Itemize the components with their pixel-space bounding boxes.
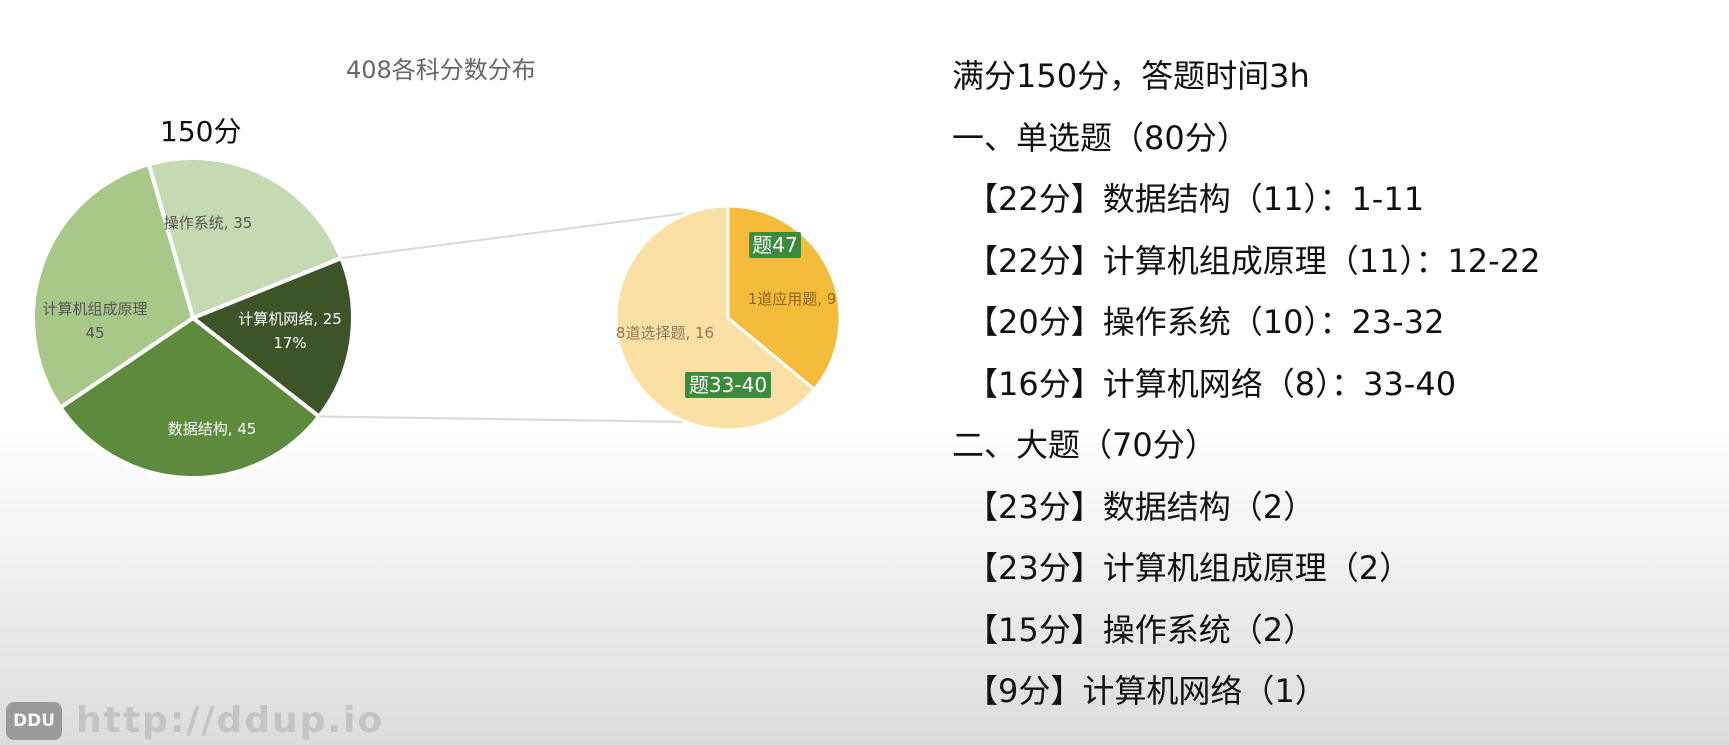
annotation-label: 题47 — [752, 233, 797, 257]
watermark-logo: DDU — [6, 702, 62, 740]
sub-slice-label: 8道选择题, 16 — [616, 324, 714, 342]
slice-label: 计算机组成原理 — [42, 300, 147, 318]
notes-heading: 满分150分，答题时间3h — [952, 57, 1310, 95]
notes-item: 【16分】计算机网络（8）：33-40 — [966, 364, 1457, 403]
pie-of-pie-chart: 操作系统, 35 计算机网络, 25 17% 数据结构, 45 计算机组成原理 45 1道应… — [31, 156, 842, 480]
exam-notes: 满分150分，答题时间3h 一、单选题（80分） 【22分】数据结构（11）：1-1… — [952, 46, 1712, 723]
notes-item: 【23分】计算机组成原理（2） — [966, 549, 1412, 587]
slice-label: 操作系统, 35 — [164, 214, 253, 232]
notes-item: 【22分】数据结构（11）：1-11 — [966, 180, 1425, 218]
slice-label: 计算机网络, 25 — [238, 310, 342, 328]
watermark-url: http://ddup.io — [76, 700, 385, 741]
sub-slice-label: 1道应用题, 9 — [748, 290, 837, 308]
annotation-label: 题33-40 — [689, 373, 767, 397]
notes-item: 【20分】操作系统（10）：23-32 — [966, 303, 1445, 341]
watermark: DDU http://ddup.io — [0, 696, 420, 745]
notes-item: 【22分】计算机组成原理（11）：12-22 — [966, 241, 1541, 280]
notes-item: 【15分】操作系统（2） — [966, 610, 1316, 649]
notes-item: 【23分】数据结构（2） — [966, 487, 1316, 526]
notes-heading: 一、单选题（80分） — [952, 118, 1249, 157]
notes-heading: 二、大题（70分） — [952, 426, 1217, 464]
slice-label: 数据结构, 45 — [168, 420, 257, 438]
notes-item: 【9分】计算机网络（1） — [966, 672, 1327, 710]
slide: 408各科分数分布 150分 操作系统, 35 计算机网络, 25 17% 数据结构,… — [0, 0, 1729, 745]
connector-line — [319, 415, 687, 423]
slice-label: 17% — [273, 334, 306, 352]
notes-list: 满分150分，答题时间3h 一、单选题（80分） 【22分】数据结构（11）：1-1… — [952, 46, 1712, 723]
slice-label: 45 — [85, 324, 104, 342]
